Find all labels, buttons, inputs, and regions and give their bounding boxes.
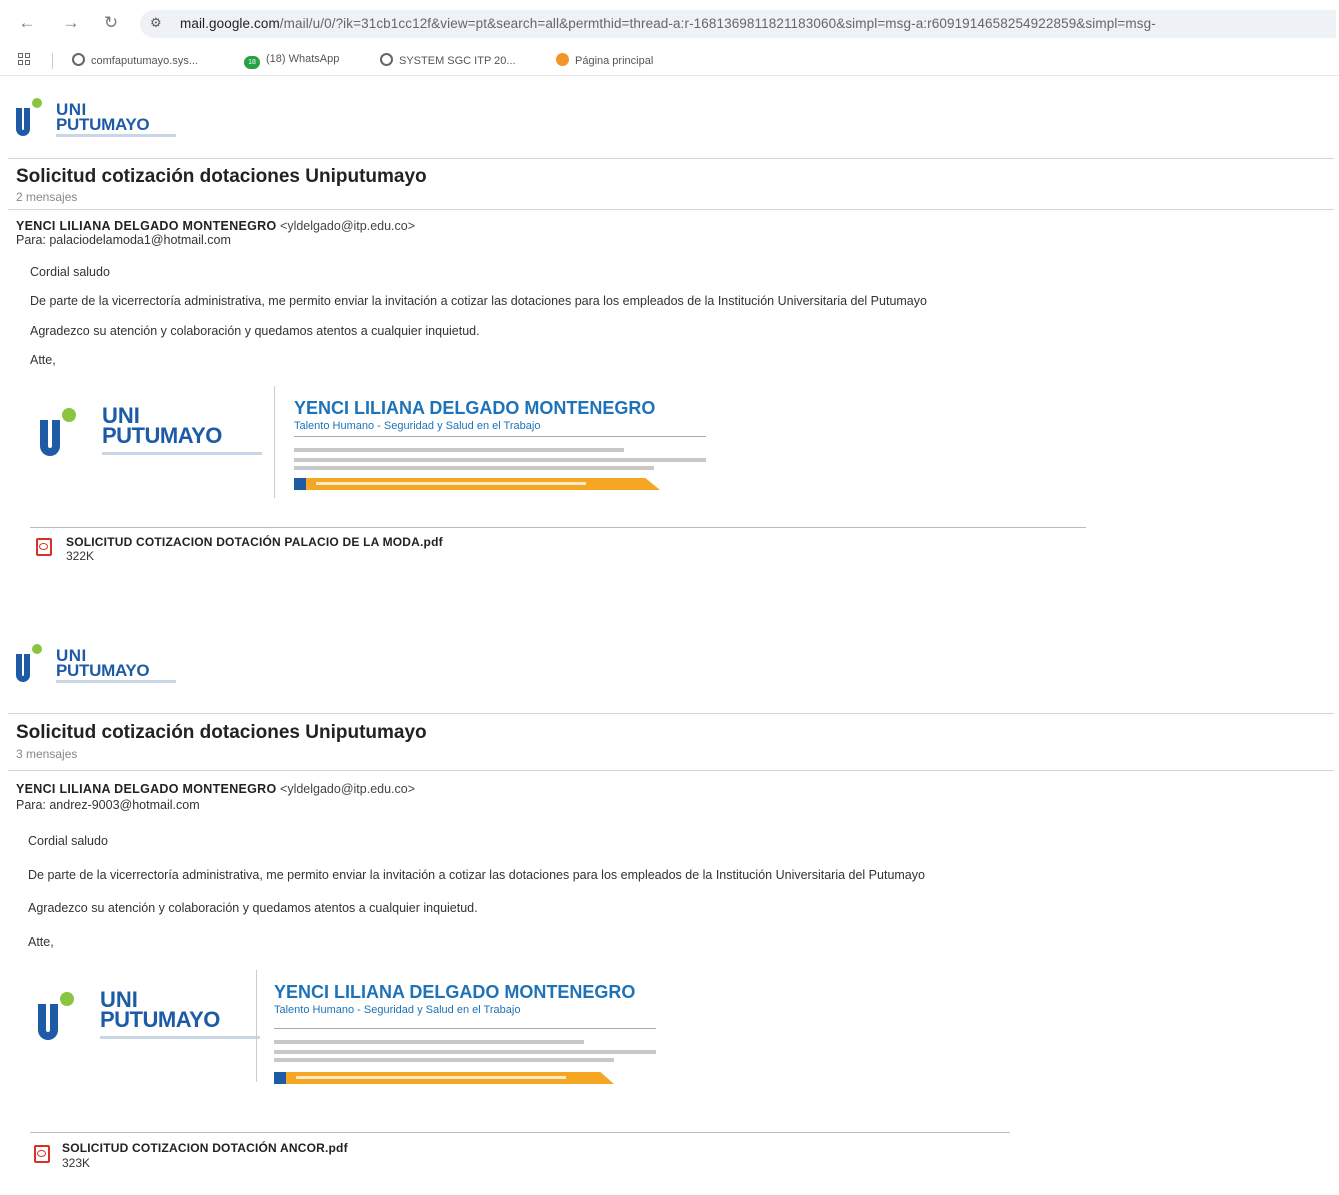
signature-logo-text: UNI PUTUMAYO	[100, 989, 220, 1032]
signature-address-line	[274, 1040, 584, 1044]
body-paragraph: De parte de la vicerrectoría administrat…	[30, 294, 927, 308]
logo-u-icon	[40, 420, 60, 456]
whatsapp-icon: 18	[244, 56, 260, 69]
url-path: /mail/u/0/?ik=31cb1cc12f&view=pt&search=…	[279, 16, 1156, 31]
attachment-size: 323K	[62, 1156, 91, 1170]
logo-dot-icon	[60, 992, 74, 1006]
url-text: mail.google.com/mail/u/0/?ik=31cb1cc12f&…	[180, 16, 1330, 31]
attachments-divider	[30, 527, 1086, 528]
bookmark-comfaputumayo[interactable]: comfaputumayo.sys...	[72, 53, 198, 69]
bookmark-pagina-principal[interactable]: Página principal	[556, 53, 653, 69]
url-field[interactable]: ⚙ mail.google.com/mail/u/0/?ik=31cb1cc12…	[140, 10, 1336, 38]
apps-grid-icon[interactable]	[18, 53, 32, 67]
divider	[8, 770, 1334, 771]
bookmarks-bar: comfaputumayo.sys... 18 (18) WhatsApp SYS…	[0, 47, 1339, 76]
logo-tagline	[100, 1036, 260, 1039]
logo-u-icon	[16, 108, 30, 136]
signature-name: YENCI LILIANA DELGADO MONTENEGRO	[274, 982, 636, 1002]
logo-line-2: PUTUMAYO	[102, 423, 222, 448]
site-favicon-icon	[556, 53, 569, 66]
sender-line: YENCI LILIANA DELGADO MONTENEGRO <yldelg…	[16, 219, 415, 233]
bookmark-system-sgc[interactable]: SYSTEM SGC ITP 20...	[380, 53, 516, 69]
signature-rule	[294, 436, 706, 437]
back-arrow-icon[interactable]: ←	[16, 12, 38, 34]
signature-divider	[256, 970, 257, 1082]
email-signature: UNI PUTUMAYO YENCI LILIANA DELGADO MONTE…	[32, 966, 712, 1084]
logo-tagline	[56, 680, 176, 683]
logo-line-2: PUTUMAYO	[56, 115, 150, 134]
address-bar-area: ← → ↻ ⚙ mail.google.com/mail/u/0/?ik=31c…	[0, 0, 1339, 46]
signature-address-line	[294, 466, 654, 470]
sender-name: YENCI LILIANA DELGADO MONTENEGRO	[16, 219, 277, 233]
body-closing: Atte,	[28, 935, 54, 949]
logo-line-2: PUTUMAYO	[100, 1007, 220, 1032]
body-greeting: Cordial saludo	[30, 265, 110, 279]
signature-address-line	[274, 1050, 656, 1054]
thread-subject: Solicitud cotización dotaciones Uniputum…	[16, 166, 427, 187]
signature-rule	[274, 1028, 656, 1029]
logo-text: UNI PUTUMAYO	[56, 101, 150, 134]
logo-text: UNI PUTUMAYO	[56, 647, 150, 680]
sender-email[interactable]: <yldelgado@itp.edu.co>	[280, 782, 415, 796]
attachment-link[interactable]: SOLICITUD COTIZACION DOTACIÓN ANCOR.pdf	[62, 1141, 348, 1155]
logo-dot-icon	[32, 644, 42, 654]
email-signature: UNI PUTUMAYO YENCI LILIANA DELGADO MONTE…	[34, 382, 714, 500]
signature-logo: UNI PUTUMAYO	[38, 989, 268, 1050]
sender-name: YENCI LILIANA DELGADO MONTENEGRO	[16, 782, 277, 796]
message-count: 3 mensajes	[16, 747, 78, 761]
bookmark-label: SYSTEM SGC ITP 20...	[399, 55, 516, 67]
bookmark-whatsapp[interactable]: 18 (18) WhatsApp	[244, 53, 339, 69]
pdf-icon	[36, 538, 52, 556]
sender-email[interactable]: <yldelgado@itp.edu.co>	[280, 219, 415, 233]
signature-logo: UNI PUTUMAYO	[40, 405, 270, 466]
site-info-icon[interactable]: ⚙	[150, 15, 162, 31]
recipient-line: Para: palaciodelamoda1@hotmail.com	[16, 233, 231, 247]
signature-role: Talento Humano - Seguridad y Salud en el…	[274, 1004, 521, 1016]
logo-u-icon	[16, 654, 30, 682]
body-greeting: Cordial saludo	[28, 834, 108, 848]
logo-dot-icon	[62, 408, 76, 422]
bookmark-label: Página principal	[575, 55, 654, 67]
message-count: 2 mensajes	[16, 190, 78, 204]
bookmark-label: comfaputumayo.sys...	[91, 55, 198, 67]
reload-icon[interactable]: ↻	[100, 12, 122, 34]
signature-divider	[274, 386, 275, 498]
divider	[8, 209, 1334, 210]
bookmarks-divider	[52, 53, 53, 69]
recipient-line: Para: andrez-9003@hotmail.com	[16, 798, 200, 812]
sender-line: YENCI LILIANA DELGADO MONTENEGRO <yldelg…	[16, 782, 415, 796]
logo-tagline	[102, 452, 262, 455]
body-paragraph: Agradezco su atención y colaboración y q…	[28, 901, 478, 915]
signature-contact-bar	[274, 1072, 614, 1084]
bookmark-label: (18) WhatsApp	[266, 53, 340, 65]
logo-line-2: PUTUMAYO	[56, 661, 150, 680]
attachment-size: 322K	[66, 549, 95, 563]
url-host: mail.google.com	[180, 16, 280, 31]
signature-contact-bar	[294, 478, 660, 490]
forward-arrow-icon[interactable]: →	[60, 12, 82, 34]
signature-role: Talento Humano - Seguridad y Salud en el…	[294, 420, 541, 432]
signature-address-line	[274, 1058, 614, 1062]
signature-name: YENCI LILIANA DELGADO MONTENEGRO	[294, 398, 656, 418]
logo-u-icon	[38, 1004, 58, 1040]
body-paragraph: Agradezco su atención y colaboración y q…	[30, 324, 480, 338]
divider	[8, 158, 1334, 159]
attachment-link[interactable]: SOLICITUD COTIZACION DOTACIÓN PALACIO DE…	[66, 535, 443, 549]
signature-address-line	[294, 448, 624, 452]
signature-logo-text: UNI PUTUMAYO	[102, 405, 222, 448]
divider	[8, 713, 1334, 714]
body-paragraph: De parte de la vicerrectoría administrat…	[28, 868, 925, 882]
logo-tagline	[56, 134, 176, 137]
globe-icon	[380, 53, 393, 66]
logo-dot-icon	[32, 98, 42, 108]
signature-address-line	[294, 458, 706, 462]
pdf-icon	[34, 1145, 50, 1163]
attachments-divider	[30, 1132, 1010, 1133]
thread-subject: Solicitud cotización dotaciones Uniputum…	[16, 722, 427, 743]
body-closing: Atte,	[30, 353, 56, 367]
globe-icon	[72, 53, 85, 66]
